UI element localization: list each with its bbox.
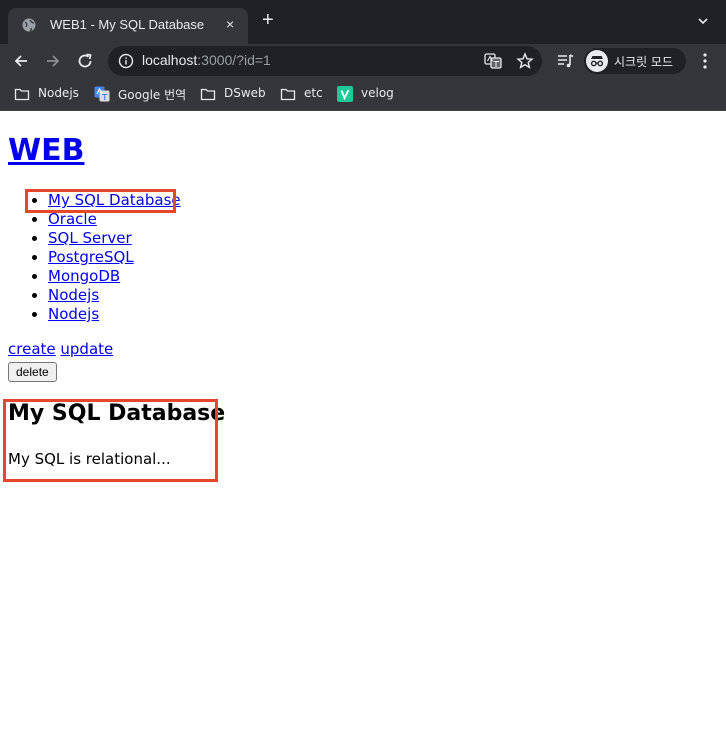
tab-title: WEB1 - My SQL Database [50,17,205,32]
site-info-icon[interactable] [118,53,134,69]
browser-toolbar: localhost:3000/?id=1 시크릿 모드 [0,44,726,78]
topic-link-sql-server[interactable]: SQL Server [48,229,132,247]
list-item: My SQL Database [48,191,181,210]
folder-icon [280,88,296,101]
bookmark-label: Google 번역 [118,88,187,102]
list-item: SQL Server [48,229,181,248]
forward-arrow-icon[interactable] [44,52,62,70]
address-bar[interactable]: localhost:3000/?id=1 [108,46,542,76]
folder-icon [200,88,216,101]
back-arrow-icon[interactable] [12,52,30,70]
page-content: WEB My SQL Database Oracle SQL Server Po… [0,111,726,749]
incognito-indicator[interactable]: 시크릿 모드 [584,48,686,74]
article-description: My SQL is relational... [8,450,171,468]
new-tab-button[interactable]: + [262,10,274,30]
more-menu-icon[interactable] [700,52,710,70]
url-text: localhost:3000/?id=1 [142,52,271,68]
update-link[interactable]: update [60,340,113,358]
topic-link-postgresql[interactable]: PostgreSQL [48,248,134,266]
reload-icon[interactable] [76,52,94,70]
article-title: My SQL Database [8,401,226,426]
folder-icon [14,88,30,101]
reading-list-icon[interactable] [556,52,574,70]
bookmark-star-icon[interactable] [516,52,534,70]
create-link[interactable]: create [8,340,56,358]
list-item: Oracle [48,210,181,229]
bookmark-label: DSweb [224,86,266,100]
topic-list: My SQL Database Oracle SQL Server Postgr… [8,191,181,324]
url-path: :3000/?id=1 [197,52,271,68]
control-links: create update [8,340,113,358]
topic-link-mongodb[interactable]: MongoDB [48,267,120,285]
list-item: Nodejs [48,305,181,324]
site-title-link[interactable]: WEB [8,133,84,168]
google-translate-icon [94,86,110,102]
tab-close-button[interactable]: × [226,16,234,32]
list-item: Nodejs [48,286,181,305]
topic-link-nodejs[interactable]: Nodejs [48,286,99,304]
globe-icon [22,18,36,32]
url-host: localhost [142,52,198,68]
translate-icon[interactable] [484,52,502,70]
delete-button[interactable]: delete [8,362,57,382]
topic-link-oracle[interactable]: Oracle [48,210,97,228]
bookmark-label: etc [304,86,323,100]
incognito-icon [586,50,608,72]
velog-icon [337,86,353,102]
active-tab[interactable]: WEB1 - My SQL Database × [8,8,248,44]
incognito-label: 시크릿 모드 [614,55,674,69]
bookmarks-bar: Nodejs Google 번역 DSweb etc velog [0,78,726,111]
tab-strip: WEB1 - My SQL Database × + [0,0,726,44]
list-item: PostgreSQL [48,248,181,267]
bookmark-label: Nodejs [38,86,79,100]
bookmark-label: velog [361,86,394,100]
list-item: MongoDB [48,267,181,286]
topic-link-nodejs-2[interactable]: Nodejs [48,305,99,323]
site-title: WEB [8,133,84,168]
topic-link-mysql[interactable]: My SQL Database [48,191,181,209]
tab-search-chevron-icon[interactable] [696,14,710,28]
